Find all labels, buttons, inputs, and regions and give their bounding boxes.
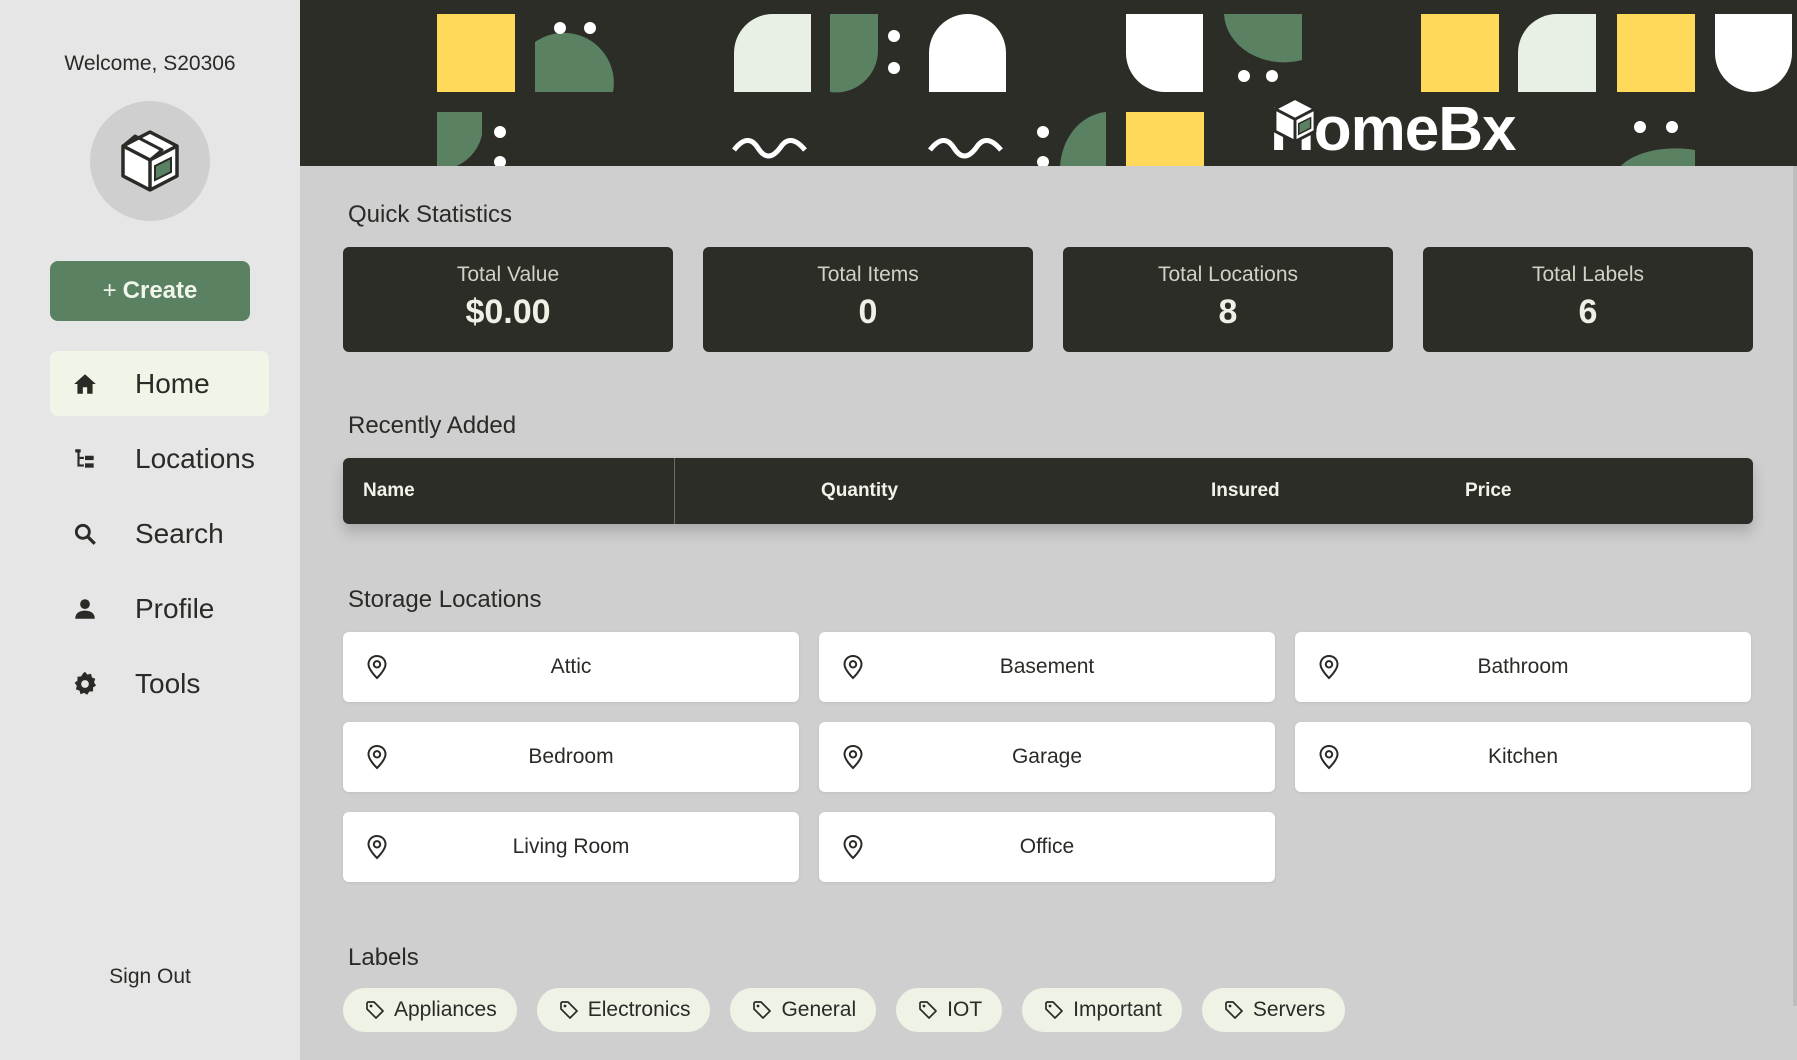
location-card-office[interactable]: Office <box>819 812 1275 882</box>
tag-icon <box>918 1000 938 1020</box>
stat-total-labels: Total Labels 6 <box>1423 247 1753 352</box>
stat-total-items: Total Items 0 <box>703 247 1033 352</box>
sidebar-item-label: Home <box>135 367 210 399</box>
labels-row: Appliances Electronics General IOT Impor… <box>343 988 1753 1032</box>
label-name: General <box>781 998 857 1021</box>
location-name: Office <box>1019 835 1075 858</box>
location-name: Garage <box>1011 745 1083 768</box>
location-name: Basement <box>999 655 1095 678</box>
recently-added-title: Recently Added <box>348 412 517 439</box>
welcome-text: Welcome, S20306 <box>64 52 236 75</box>
tag-icon <box>1224 1000 1244 1020</box>
sidebar-item-locations[interactable]: Locations <box>50 426 269 491</box>
labels-title: Labels <box>348 944 419 971</box>
stat-label: Total Labels <box>1531 263 1645 286</box>
label-name: Electronics <box>587 998 691 1021</box>
location-name: Bathroom <box>1477 655 1569 678</box>
gear-icon <box>70 669 100 699</box>
stat-value: 0 <box>858 293 878 331</box>
tag-icon <box>752 1000 772 1020</box>
search-icon <box>70 519 100 549</box>
map-pin-icon <box>1317 654 1341 686</box>
sidebar: Welcome, S20306 + Create Home Locations <box>0 0 300 1060</box>
label-name: Appliances <box>394 998 497 1021</box>
banner-pattern <box>437 14 1792 166</box>
tag-icon <box>559 1000 579 1020</box>
location-card-basement[interactable]: Basement <box>819 632 1275 702</box>
stat-value: 8 <box>1218 293 1238 331</box>
sidebar-nav: Home Locations Search Profile Tools <box>50 351 269 726</box>
sidebar-item-search[interactable]: Search <box>50 501 269 566</box>
location-card-bathroom[interactable]: Bathroom <box>1295 632 1751 702</box>
location-name: Living Room <box>512 835 630 858</box>
label-chip-electronics[interactable]: Electronics <box>536 988 711 1032</box>
main-content: Quick Statistics Total Value $0.00 Total… <box>343 166 1753 1032</box>
sidebar-item-home[interactable]: Home <box>50 351 269 416</box>
location-name: Attic <box>550 655 592 678</box>
sidebar-item-label: Locations <box>135 442 255 474</box>
location-name: Kitchen <box>1487 745 1559 768</box>
column-header-price[interactable]: Price <box>1465 458 1511 524</box>
box-logo-icon <box>1273 96 1317 144</box>
location-card-bedroom[interactable]: Bedroom <box>343 722 799 792</box>
stat-value: $0.00 <box>465 293 551 331</box>
stat-label: Total Items <box>817 263 919 286</box>
map-pin-icon <box>365 834 389 866</box>
stat-label: Total Value <box>456 263 560 286</box>
locations-grid: Attic Basement Bathroom Bedroom Garage K… <box>343 632 1753 882</box>
label-chip-iot[interactable]: IOT <box>896 988 1003 1032</box>
location-card-living-room[interactable]: Living Room <box>343 812 799 882</box>
stat-total-locations: Total Locations 8 <box>1063 247 1393 352</box>
home-icon <box>70 369 100 399</box>
sidebar-item-profile[interactable]: Profile <box>50 576 269 641</box>
stats-row: Total Value $0.00 Total Items 0 Total Lo… <box>343 247 1753 352</box>
location-card-attic[interactable]: Attic <box>343 632 799 702</box>
map-pin-icon <box>841 744 865 776</box>
stat-label: Total Locations <box>1157 263 1299 286</box>
label-chip-servers[interactable]: Servers <box>1201 988 1346 1032</box>
brand-text-suffix: x <box>1482 95 1516 164</box>
create-button-label: Create <box>122 277 198 304</box>
column-header-insured[interactable]: Insured <box>1211 458 1280 524</box>
tag-icon <box>1044 1000 1064 1020</box>
column-header-quantity[interactable]: Quantity <box>821 458 898 524</box>
scrollbar[interactable] <box>1793 166 1797 1006</box>
plus-icon: + <box>102 277 117 304</box>
create-button[interactable]: + Create <box>50 261 250 321</box>
header-banner: HomeB x <box>300 0 1797 166</box>
location-card-garage[interactable]: Garage <box>819 722 1275 792</box>
box-logo-icon <box>121 130 179 192</box>
location-card-kitchen[interactable]: Kitchen <box>1295 722 1751 792</box>
sidebar-item-label: Tools <box>135 667 201 699</box>
label-chip-general[interactable]: General <box>730 988 877 1032</box>
label-name: IOT <box>947 998 983 1021</box>
label-name: Important <box>1073 998 1162 1021</box>
quick-statistics-title: Quick Statistics <box>348 201 513 228</box>
sign-out-link[interactable]: Sign Out <box>0 965 300 989</box>
location-name: Bedroom <box>528 745 614 768</box>
sidebar-item-label: Search <box>135 517 224 549</box>
map-pin-icon <box>1317 744 1341 776</box>
stat-total-value: Total Value $0.00 <box>343 247 673 352</box>
avatar[interactable] <box>90 101 210 221</box>
tree-icon <box>70 444 100 474</box>
map-pin-icon <box>841 654 865 686</box>
column-header-name[interactable]: Name <box>363 458 415 524</box>
label-chip-appliances[interactable]: Appliances <box>343 988 517 1032</box>
recent-table-header: Name Quantity Insured Price <box>343 458 1753 524</box>
map-pin-icon <box>365 744 389 776</box>
label-chip-important[interactable]: Important <box>1022 988 1182 1032</box>
person-icon <box>70 594 100 624</box>
label-name: Servers <box>1252 998 1326 1021</box>
stat-value: 6 <box>1578 293 1598 331</box>
storage-locations-title: Storage Locations <box>348 586 542 613</box>
sidebar-item-label: Profile <box>135 592 215 624</box>
map-pin-icon <box>365 654 389 686</box>
homebox-logo: HomeB x <box>1270 94 1517 165</box>
sidebar-item-tools[interactable]: Tools <box>50 651 269 716</box>
map-pin-icon <box>841 834 865 866</box>
tag-icon <box>365 1000 385 1020</box>
column-divider <box>674 458 675 524</box>
